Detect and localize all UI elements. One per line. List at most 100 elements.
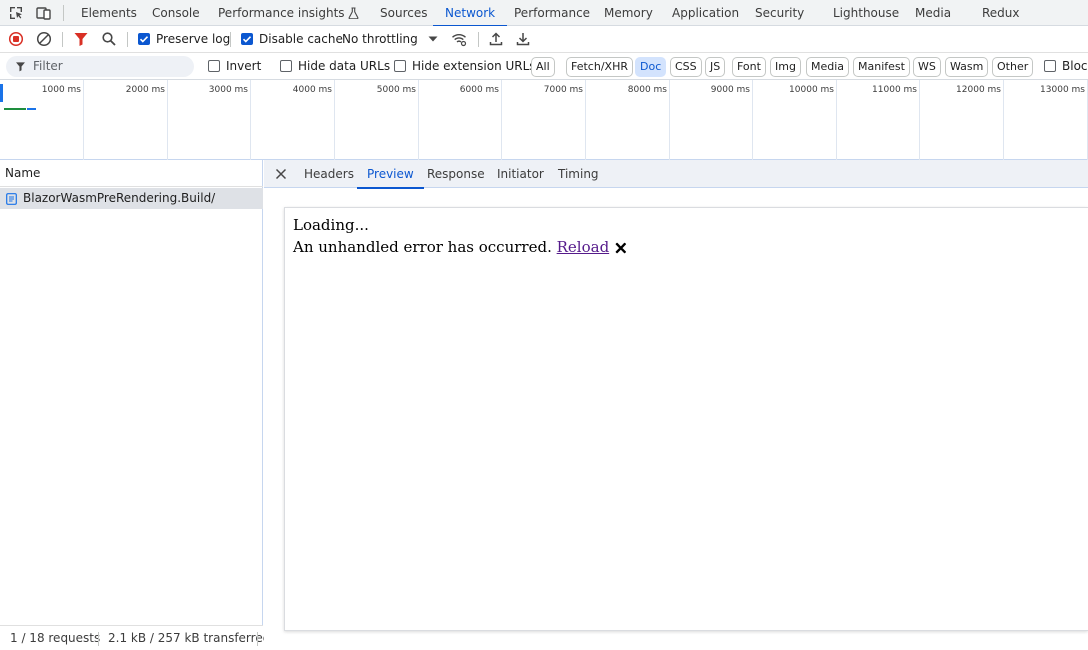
inspect-element-icon[interactable] <box>8 5 24 21</box>
overview-gridline <box>250 80 251 160</box>
overview-gridline <box>752 80 753 160</box>
filter-input[interactable]: Filter <box>6 56 194 77</box>
status-separator <box>98 632 99 646</box>
network-overview[interactable]: 1000 ms 2000 ms 3000 ms 4000 ms 5000 ms … <box>0 80 1088 160</box>
check-icon <box>139 36 149 43</box>
import-har-icon[interactable] <box>488 31 504 47</box>
preserve-log-label: Preserve log <box>156 32 231 46</box>
tab-initiator[interactable]: Initiator <box>497 160 544 188</box>
filter-chip-fetch-xhr[interactable]: Fetch/XHR <box>566 57 633 77</box>
flask-icon <box>348 7 359 20</box>
blocked-requests-label: Block <box>1062 59 1088 73</box>
filter-chip-ws[interactable]: WS <box>913 57 941 77</box>
tab-preview[interactable]: Preview <box>357 160 424 189</box>
tab-timing[interactable]: Timing <box>558 160 599 188</box>
filter-chip-manifest[interactable]: Manifest <box>853 57 910 77</box>
device-toolbar-icon[interactable] <box>36 5 52 21</box>
tab-console[interactable]: Console <box>152 0 200 26</box>
network-status-bar: 1 / 18 requests 2.1 kB / 257 kB transfer… <box>0 625 270 650</box>
search-icon[interactable] <box>101 31 117 47</box>
toolbar-separator <box>62 32 63 47</box>
overview-tick: 8000 ms <box>627 85 667 95</box>
overview-dom-marker <box>0 84 3 102</box>
reload-link[interactable]: Reload <box>557 238 610 256</box>
toolbar-separator <box>478 32 479 47</box>
html-preview-frame: Loading... An unhandled error has occurr… <box>284 207 1088 631</box>
chevron-down-icon[interactable] <box>425 31 441 47</box>
filter-chip-all[interactable]: All <box>531 57 555 77</box>
tab-performance[interactable]: Performance <box>514 0 590 26</box>
tab-headers[interactable]: Headers <box>304 160 354 188</box>
overview-tick: 9000 ms <box>710 85 750 95</box>
request-row[interactable]: BlazorWasmPreRendering.Build/ <box>0 188 263 209</box>
tab-lighthouse[interactable]: Lighthouse <box>833 0 899 26</box>
disable-cache-label: Disable cache <box>259 32 343 46</box>
overview-request-bar <box>27 108 36 110</box>
throttling-select[interactable]: No throttling <box>342 26 418 53</box>
preserve-log-checkbox[interactable] <box>138 33 150 45</box>
invert-label: Invert <box>226 59 262 73</box>
overview-tick: 11000 ms <box>872 85 917 95</box>
overview-gridline <box>167 80 168 160</box>
network-conditions-icon[interactable] <box>451 31 467 47</box>
status-separator <box>257 632 258 646</box>
overview-gridline <box>83 80 84 160</box>
overview-tick: 13000 ms <box>1040 85 1085 95</box>
overview-tick: 2000 ms <box>125 85 165 95</box>
filter-chip-img[interactable]: Img <box>770 57 801 77</box>
overview-gridline <box>334 80 335 160</box>
disable-cache-checkbox[interactable] <box>241 33 253 45</box>
clear-icon[interactable] <box>36 31 52 47</box>
filter-chip-css[interactable]: CSS <box>670 57 702 77</box>
check-icon <box>242 36 252 43</box>
overview-tick: 12000 ms <box>956 85 1001 95</box>
overview-tick: 6000 ms <box>459 85 499 95</box>
overview-gridline <box>1003 80 1004 160</box>
overview-tick: 1000 ms <box>41 85 81 95</box>
tab-security[interactable]: Security <box>755 0 804 26</box>
stop-recording-icon[interactable] <box>8 31 24 47</box>
toolbar-separator <box>127 32 128 47</box>
name-column-label: Name <box>5 166 41 180</box>
filter-chip-media[interactable]: Media <box>806 57 850 77</box>
export-har-icon[interactable] <box>515 31 531 47</box>
filter-chip-doc[interactable]: Doc <box>635 57 667 77</box>
overview-request-bar <box>4 108 26 110</box>
overview-tick: 3000 ms <box>208 85 248 95</box>
loading-text: Loading... <box>293 216 369 234</box>
filter-chip-wasm[interactable]: Wasm <box>945 57 989 77</box>
request-detail-tabs: Headers Preview Response Initiator Timin… <box>264 160 1088 189</box>
hide-data-urls-checkbox[interactable] <box>280 60 292 72</box>
dismiss-icon[interactable]: 🗙 <box>615 237 626 262</box>
overview-gridline <box>669 80 670 160</box>
overview-gridline <box>585 80 586 160</box>
tab-performance-insights[interactable]: Performance insights <box>218 0 359 26</box>
tab-media[interactable]: Media <box>915 0 951 26</box>
overview-gridline <box>836 80 837 160</box>
tab-sources[interactable]: Sources <box>380 0 427 26</box>
devtools-tabbar: Elements Console Performance insights So… <box>0 0 1088 27</box>
funnel-icon <box>16 62 25 72</box>
filter-chip-js[interactable]: JS <box>705 57 726 77</box>
error-message: An unhandled error has occurred. Reload 🗙 <box>293 237 627 262</box>
tab-response[interactable]: Response <box>427 160 485 188</box>
filter-funnel-icon[interactable] <box>73 31 89 47</box>
invert-checkbox[interactable] <box>208 60 220 72</box>
tabbar-separator <box>63 5 64 21</box>
overview-tick: 5000 ms <box>376 85 416 95</box>
filter-chip-other[interactable]: Other <box>992 57 1034 77</box>
tab-memory[interactable]: Memory <box>604 0 653 26</box>
name-column-header[interactable]: Name <box>0 160 263 187</box>
tab-redux[interactable]: Redux <box>982 0 1020 26</box>
tab-network[interactable]: Network <box>432 0 508 27</box>
network-toolbar: Preserve log Disable cache No throttling <box>0 26 1088 53</box>
overview-gridline <box>418 80 419 160</box>
request-count: 1 / 18 requests <box>10 631 101 645</box>
blocked-requests-checkbox[interactable] <box>1044 60 1056 72</box>
hide-extension-urls-checkbox[interactable] <box>394 60 406 72</box>
tab-application[interactable]: Application <box>672 0 739 26</box>
filter-chip-font[interactable]: Font <box>732 57 766 77</box>
tab-elements[interactable]: Elements <box>81 0 137 26</box>
close-icon[interactable] <box>274 167 288 181</box>
filter-bar: Filter Invert Hide data URLs Hide extens… <box>0 53 1088 80</box>
